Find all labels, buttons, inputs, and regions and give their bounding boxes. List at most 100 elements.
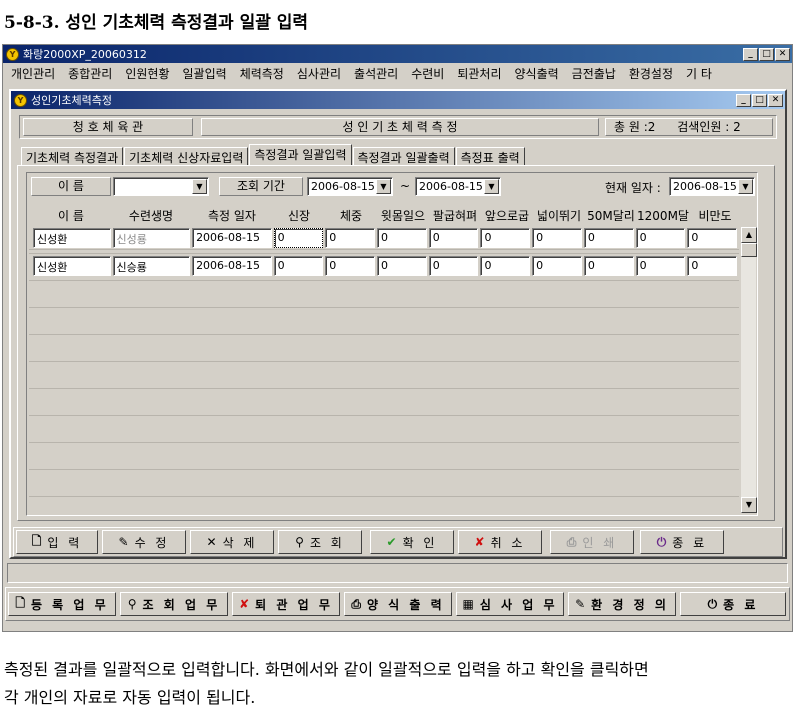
- period-tilde: ~: [400, 179, 411, 193]
- height-cell[interactable]: 0: [273, 228, 324, 248]
- situp-cell[interactable]: 0: [377, 255, 427, 276]
- name-cell[interactable]: 신성환: [33, 255, 111, 276]
- maximize-button[interactable]: □: [752, 93, 767, 107]
- bottom-nav: 🗋 등 록 업 무 ⚲ 조 회 업 무 ✘ 퇴 관 업 무 ⎙ 양 식 출 력 ▦ 심 사…: [5, 587, 790, 621]
- delete-button[interactable]: ✕ 삭 제: [190, 530, 274, 554]
- dropdown-arrow-icon[interactable]: ▼: [484, 179, 499, 194]
- screen-name: 성 인 기 초 체 력 측 정: [342, 120, 458, 134]
- menu-item[interactable]: 일괄입력: [183, 65, 227, 82]
- menu-item[interactable]: 기 타: [686, 65, 712, 82]
- app-logo-icon: Y: [6, 47, 19, 61]
- scroll-up-icon[interactable]: ▲: [741, 227, 757, 243]
- pushup-cell[interactable]: 0: [428, 228, 479, 248]
- scroll-down-icon[interactable]: ▼: [741, 497, 757, 513]
- printer-icon: ⎙: [566, 534, 577, 549]
- cross-icon: ✘: [474, 535, 485, 549]
- menu-bar: 개인관리 종합관리 인원현황 일괄입력 체력측정 심사관리 출석관리 수련비 퇴…: [3, 63, 792, 83]
- grid-body: 신성환 신성룡 2006-08-15 0 0 0 0 0 0 0 0 0 신성환…: [29, 227, 739, 513]
- menu-item[interactable]: 출석관리: [354, 65, 398, 82]
- run-1200m-cell[interactable]: 0: [635, 255, 686, 276]
- date-from-select[interactable]: 2006-08-15 ▼: [307, 177, 393, 196]
- trainee-cell[interactable]: 신성룡: [112, 228, 191, 248]
- menu-item[interactable]: 인원현황: [125, 65, 169, 82]
- check-icon: ✔: [386, 535, 397, 549]
- new-document-icon: 🗋: [15, 595, 25, 610]
- register-work-button[interactable]: 🗋 등 록 업 무: [8, 592, 116, 616]
- app-logo-icon: Y: [14, 93, 27, 107]
- long-jump-cell[interactable]: 0: [532, 228, 582, 248]
- menu-item[interactable]: 환경설정: [629, 65, 673, 82]
- minimize-button[interactable]: _: [736, 93, 751, 107]
- menu-item[interactable]: 심사관리: [297, 65, 341, 82]
- edit-button[interactable]: ✎ 수 정: [102, 530, 186, 554]
- dropdown-arrow-icon[interactable]: ▼: [192, 179, 207, 194]
- close-button[interactable]: ✕: [768, 93, 783, 107]
- grid-header: 이 름 수련생명 측정 일자 신장 체중 윗몸일으 팔굽혀펴 앞으로굽 넓이뛰기…: [31, 207, 741, 224]
- quit-button[interactable]: ⏻ 종 료: [680, 592, 786, 616]
- forward-bend-cell[interactable]: 0: [480, 255, 531, 276]
- pushup-cell[interactable]: 0: [428, 255, 479, 276]
- dropdown-arrow-icon[interactable]: ▼: [376, 179, 391, 194]
- name-cell[interactable]: 신성환: [33, 228, 111, 248]
- confirm-button[interactable]: ✔ 확 인: [370, 530, 454, 554]
- menu-item[interactable]: 수련비: [411, 65, 444, 82]
- height-cell[interactable]: 0: [273, 255, 324, 276]
- cancel-button[interactable]: ✘ 취 소: [458, 530, 542, 554]
- name-filter-label: 이 름: [58, 179, 84, 193]
- situp-cell[interactable]: 0: [377, 228, 427, 248]
- column-header: 수련생명: [128, 209, 174, 223]
- maximize-button[interactable]: □: [759, 47, 774, 61]
- withdraw-work-button[interactable]: ✘ 퇴 관 업 무: [232, 592, 340, 616]
- forward-bend-cell[interactable]: 0: [480, 228, 531, 248]
- obesity-cell[interactable]: 0: [687, 255, 738, 276]
- quit-icon: ⏻: [707, 596, 718, 611]
- scroll-thumb[interactable]: [741, 243, 757, 257]
- search-work-button[interactable]: ⚲ 조 회 업 무: [120, 592, 228, 616]
- today-date-select[interactable]: 2006-08-15 ▼: [669, 177, 755, 196]
- edit-icon: ✎: [118, 535, 129, 549]
- menu-item[interactable]: 종합관리: [68, 65, 112, 82]
- search-icon: ⚲: [127, 597, 137, 611]
- long-jump-cell[interactable]: 0: [532, 255, 582, 276]
- date-cell[interactable]: 2006-08-15: [192, 255, 272, 276]
- cross-icon: ✘: [239, 597, 250, 611]
- binoculars-icon: ⚲: [295, 535, 304, 549]
- weight-cell[interactable]: 0: [325, 228, 376, 248]
- run-1200m-cell[interactable]: 0: [635, 228, 686, 248]
- settings-button[interactable]: ✎ 환 경 정 의: [568, 592, 676, 616]
- form-print-button[interactable]: ⎙ 양 식 출 력: [344, 592, 452, 616]
- menu-item[interactable]: 금전출납: [572, 65, 616, 82]
- column-header: 50M달리: [587, 209, 635, 223]
- menu-item[interactable]: 양식출력: [515, 65, 559, 82]
- table-row[interactable]: 신성환 신승룡 2006-08-15 0 0 0 0 0 0 0 0 0: [29, 254, 739, 277]
- obesity-cell[interactable]: 0: [687, 228, 738, 248]
- vertical-scrollbar[interactable]: ▲ ▼: [740, 227, 757, 513]
- exit-button[interactable]: ⏻ 종 료: [640, 530, 724, 554]
- date-cell[interactable]: 2006-08-15: [192, 228, 272, 248]
- child-window-title: 성인기초체력측정: [31, 94, 112, 107]
- dropdown-arrow-icon[interactable]: ▼: [738, 179, 753, 194]
- weight-cell[interactable]: 0: [325, 255, 376, 276]
- date-to-select[interactable]: 2006-08-15 ▼: [415, 177, 501, 196]
- column-header: 팔굽혀펴: [432, 209, 478, 223]
- close-button[interactable]: ✕: [775, 47, 790, 61]
- delete-icon: ✕: [206, 535, 217, 549]
- review-work-button[interactable]: ▦ 심 사 업 무: [456, 592, 564, 616]
- run-50m-cell[interactable]: 0: [583, 255, 634, 276]
- print-button[interactable]: ⎙ 인 쇄: [550, 530, 634, 554]
- menu-item[interactable]: 퇴관처리: [457, 65, 501, 82]
- new-document-icon: 🗋: [31, 533, 42, 548]
- table-row[interactable]: 신성환 신성룡 2006-08-15 0 0 0 0 0 0 0 0 0: [29, 227, 739, 250]
- minimize-button[interactable]: _: [743, 47, 758, 61]
- name-filter-select[interactable]: ▼: [113, 177, 209, 196]
- input-button[interactable]: 🗋 입 력: [16, 530, 98, 554]
- search-button[interactable]: ⚲ 조 회: [278, 530, 362, 554]
- search-count-value: 2: [733, 120, 741, 134]
- total-value: 2: [647, 120, 656, 134]
- menu-item[interactable]: 체력측정: [240, 65, 284, 82]
- menu-item[interactable]: 개인관리: [11, 65, 55, 82]
- column-header: 신장: [287, 209, 311, 223]
- tab-panel: 이 름 ▼ 조회 기간 2006-08-15 ▼ ~ 2006-08-15 ▼: [17, 165, 775, 521]
- run-50m-cell[interactable]: 0: [583, 228, 634, 248]
- trainee-cell[interactable]: 신승룡: [112, 255, 191, 276]
